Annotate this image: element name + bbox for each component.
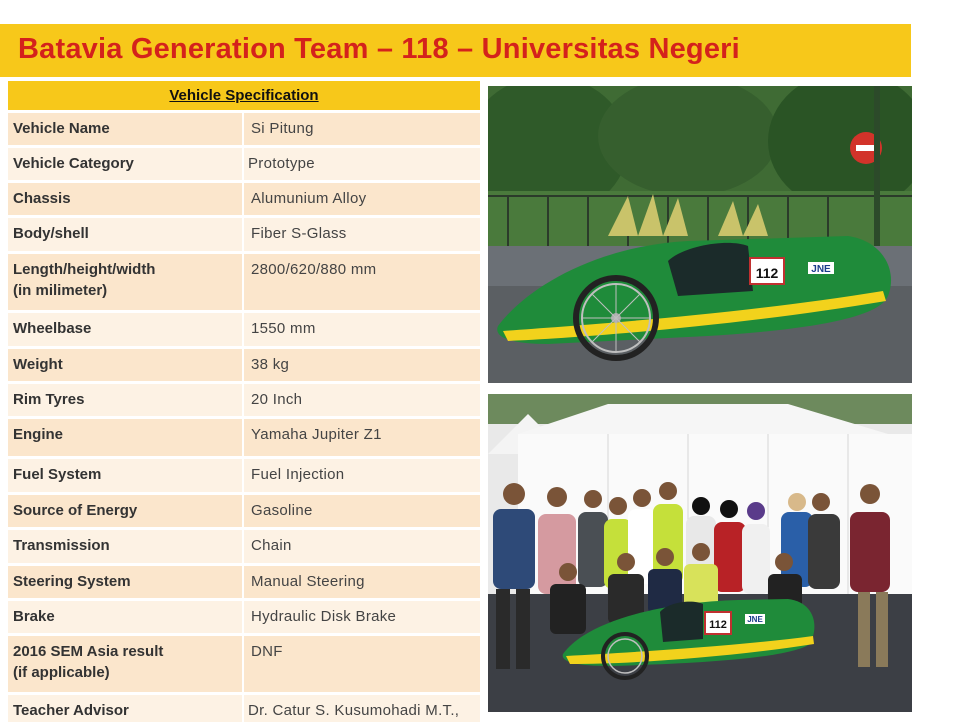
- spec-row: Wheelbase 1550 mm: [8, 313, 480, 349]
- spec-row: Body/shell Fiber S-Glass: [8, 218, 480, 254]
- car-photo-illustration: 112 JNE: [488, 86, 912, 383]
- spec-value: Dr. Catur S. Kusumohadi M.T.,: [244, 695, 480, 725]
- spec-value: Chain: [244, 530, 480, 566]
- spec-label: Body/shell: [8, 218, 244, 254]
- spec-header: Vehicle Specification: [8, 81, 480, 113]
- car-photo: 112 JNE: [488, 86, 912, 383]
- spec-row: Fuel System Fuel Injection: [8, 459, 480, 495]
- spec-value: 2800/620/880 mm: [244, 254, 480, 313]
- spec-label-line2: (in milimeter): [13, 282, 108, 299]
- spec-row: 2016 SEM Asia result (if applicable) DNF: [8, 636, 480, 695]
- team-photo: 112 JNE: [488, 394, 912, 712]
- slide-title: Batavia Generation Team – 118 – Universi…: [18, 33, 740, 65]
- spec-label: Wheelbase: [8, 313, 244, 349]
- spec-row: Engine Yamaha Jupiter Z1: [8, 419, 480, 459]
- spec-value: Hydraulic Disk Brake: [244, 601, 480, 636]
- team-car-sponsor-logo: JNE: [747, 615, 763, 624]
- spec-value: 1550 mm: [244, 313, 480, 349]
- car-sponsor-logo: JNE: [811, 264, 831, 275]
- spec-row: Rim Tyres 20 Inch: [8, 384, 480, 419]
- spec-row: Source of Energy Gasoline: [8, 495, 480, 530]
- vehicle-spec-table: Vehicle Specification Vehicle Name Si Pi…: [8, 81, 480, 725]
- spec-value: 38 kg: [244, 349, 480, 384]
- spec-value: Fuel Injection: [244, 459, 480, 495]
- spec-label-line2: (if applicable): [13, 664, 110, 681]
- spec-label: Length/height/width (in milimeter): [8, 254, 244, 313]
- spec-label: Teacher Advisor: [8, 695, 244, 725]
- spec-value: DNF: [244, 636, 480, 695]
- spec-label: Chassis: [8, 183, 244, 218]
- spec-row: Chassis Alumunium Alloy: [8, 183, 480, 218]
- spec-value: Fiber S-Glass: [244, 218, 480, 254]
- spec-label-line1: Length/height/width: [13, 261, 156, 278]
- spec-label: Steering System: [8, 566, 244, 601]
- car-race-number: 112: [756, 265, 779, 281]
- spec-row: Transmission Chain: [8, 530, 480, 566]
- spec-row: Teacher Advisor Dr. Catur S. Kusumohadi …: [8, 695, 480, 725]
- spec-row: Vehicle Category Prototype: [8, 148, 480, 183]
- spec-value: Alumunium Alloy: [244, 183, 480, 218]
- spec-value: Gasoline: [244, 495, 480, 530]
- spec-row: Length/height/width (in milimeter) 2800/…: [8, 254, 480, 313]
- spec-row: Vehicle Name Si Pitung: [8, 113, 480, 148]
- spec-label: Fuel System: [8, 459, 244, 495]
- spec-label: Engine: [8, 419, 244, 459]
- spec-label-line1: 2016 SEM Asia result: [13, 643, 164, 660]
- spec-label: Vehicle Name: [8, 113, 244, 148]
- spec-label: Transmission: [8, 530, 244, 566]
- spec-value: 20 Inch: [244, 384, 480, 419]
- spec-row: Weight 38 kg: [8, 349, 480, 384]
- spec-value: Si Pitung: [244, 113, 480, 148]
- spec-value: Manual Steering: [244, 566, 480, 601]
- spec-label: Weight: [8, 349, 244, 384]
- spec-label: 2016 SEM Asia result (if applicable): [8, 636, 244, 695]
- spec-label: Brake: [8, 601, 244, 636]
- spec-value: Yamaha Jupiter Z1: [244, 419, 480, 459]
- spec-label: Rim Tyres: [8, 384, 244, 419]
- team-photo-illustration: 112 JNE: [488, 394, 912, 712]
- spec-row: Steering System Manual Steering: [8, 566, 480, 601]
- spec-label: Source of Energy: [8, 495, 244, 530]
- team-car-race-number: 112: [709, 619, 727, 631]
- spec-value: Prototype: [244, 148, 480, 183]
- spec-header-row: Vehicle Specification: [8, 81, 480, 113]
- spec-row: Brake Hydraulic Disk Brake: [8, 601, 480, 636]
- spec-label: Vehicle Category: [8, 148, 244, 183]
